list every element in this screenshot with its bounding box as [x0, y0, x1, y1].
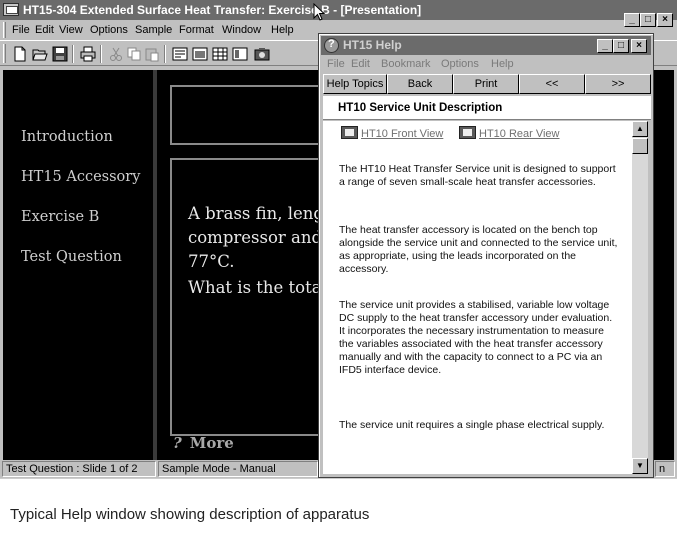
figure-caption: Typical Help window showing description …	[10, 506, 370, 523]
slide-content-box: A brass fin, leng compressor and 77°C. W…	[170, 158, 340, 436]
slide-text-line: compressor and	[188, 228, 323, 247]
scroll-down-icon[interactable]: ▼	[632, 458, 648, 474]
help-minimize-button[interactable]: _	[597, 39, 613, 53]
nav-item-test-question[interactable]: Test Question	[21, 249, 122, 265]
status-mode: Sample Mode - Manual	[158, 461, 318, 477]
help-paragraph: The service unit requires a single phase…	[339, 419, 605, 431]
menu-help[interactable]: Help	[271, 24, 294, 36]
scroll-thumb[interactable]	[632, 138, 648, 154]
paste-icon[interactable]	[144, 46, 160, 62]
scroll-up-icon[interactable]: ▲	[632, 121, 648, 137]
presentation-nav: Introduction HT15 Accessory Exercise B T…	[3, 70, 153, 460]
menu-view[interactable]: View	[59, 24, 83, 36]
caption-area: Typical Help window showing description …	[0, 478, 677, 533]
help-content-pane: HT10 Front View HT10 Rear View The HT10 …	[323, 121, 632, 474]
nav-item-introduction[interactable]: Introduction	[21, 129, 113, 145]
help-maximize-button[interactable]: □	[613, 39, 629, 53]
cut-icon[interactable]	[108, 46, 124, 62]
question-icon: ?	[173, 434, 182, 452]
copy-icon[interactable]	[126, 46, 142, 62]
menu-format[interactable]: Format	[179, 24, 214, 36]
print-icon[interactable]	[80, 46, 96, 62]
more-label: More	[189, 434, 234, 452]
nav-item-exercise-b[interactable]: Exercise B	[21, 209, 99, 225]
slide-title-box	[170, 85, 340, 145]
help-next-button[interactable]: >>	[585, 74, 651, 94]
slide-view-icon[interactable]	[172, 46, 188, 62]
help-topics-button[interactable]: Help Topics	[323, 74, 387, 94]
table-view-icon[interactable]	[212, 46, 228, 62]
help-previous-button[interactable]: <<	[519, 74, 585, 94]
open-folder-icon[interactable]	[32, 46, 48, 62]
app-icon[interactable]	[3, 3, 19, 16]
menu-window[interactable]: Window	[222, 24, 261, 36]
slide-text-line: What is the total	[188, 278, 327, 297]
menubar-grip[interactable]	[3, 22, 6, 38]
panel-view-icon[interactable]	[232, 46, 248, 62]
slide-text-line: 77°C.	[188, 252, 235, 271]
help-window: HT15 Help _ □ × File Edit Bookmark Optio…	[318, 33, 654, 478]
status-trailing: n	[655, 461, 675, 477]
help-print-button[interactable]: Print	[453, 74, 519, 94]
rear-view-label: HT10 Rear View	[479, 128, 560, 140]
nav-item-ht15-accessory[interactable]: HT15 Accessory	[21, 169, 140, 185]
help-menu-file[interactable]: File	[327, 58, 345, 70]
help-back-button[interactable]: Back	[387, 74, 453, 94]
rear-view-link[interactable]: HT10 Rear View	[459, 126, 560, 140]
front-view-link[interactable]: HT10 Front View	[341, 126, 443, 140]
front-view-label: HT10 Front View	[361, 128, 444, 140]
more-button[interactable]: ? More	[173, 434, 234, 452]
help-menu-options[interactable]: Options	[441, 58, 479, 70]
main-window-title: HT15-304 Extended Surface Heat Transfer:…	[23, 3, 422, 17]
help-scrollbar[interactable]: ▲ ▼	[632, 121, 648, 474]
toolbar-separator	[100, 45, 102, 63]
camera-icon	[459, 126, 476, 139]
menu-edit[interactable]: Edit	[35, 24, 54, 36]
new-file-icon[interactable]	[12, 46, 28, 62]
help-topic-heading: HT10 Service Unit Description	[323, 96, 651, 120]
save-icon[interactable]	[52, 46, 68, 62]
help-title-bar[interactable]: HT15 Help _ □ ×	[321, 36, 651, 55]
toolbar-separator	[72, 45, 74, 63]
help-button-bar: Help Topics Back Print << >>	[321, 74, 651, 94]
main-close-button[interactable]: ×	[657, 13, 673, 27]
main-minimize-button[interactable]: _	[624, 13, 640, 27]
help-close-button[interactable]: ×	[631, 39, 647, 53]
main-title-bar[interactable]: HT15-304 Extended Surface Heat Transfer:…	[0, 0, 677, 20]
status-slide-info: Test Question : Slide 1 of 2	[2, 461, 156, 477]
help-paragraph: The heat transfer accessory is located o…	[339, 224, 618, 275]
help-menu-bar: File Edit Bookmark Options Help	[321, 55, 651, 72]
toolbar-grip[interactable]	[3, 44, 6, 63]
toolbar-separator	[164, 45, 166, 63]
camera-icon[interactable]	[254, 46, 270, 62]
help-app-icon[interactable]	[324, 38, 339, 53]
menu-options[interactable]: Options	[90, 24, 128, 36]
main-maximize-button[interactable]: □	[640, 13, 656, 27]
presentation-divider	[153, 70, 157, 460]
chart-view-icon[interactable]	[192, 46, 208, 62]
help-paragraph: The HT10 Heat Transfer Service unit is d…	[339, 163, 616, 188]
help-menu-bookmark[interactable]: Bookmark	[381, 58, 431, 70]
help-menu-edit[interactable]: Edit	[351, 58, 370, 70]
slide-text-line: A brass fin, leng	[188, 204, 324, 223]
menu-file[interactable]: File	[12, 24, 30, 36]
camera-icon	[341, 126, 358, 139]
mouse-cursor-icon	[313, 3, 326, 21]
help-paragraph: The service unit provides a stabilised, …	[339, 299, 613, 376]
menu-sample[interactable]: Sample	[135, 24, 172, 36]
help-menu-help[interactable]: Help	[491, 58, 514, 70]
help-window-title: HT15 Help	[343, 38, 402, 52]
